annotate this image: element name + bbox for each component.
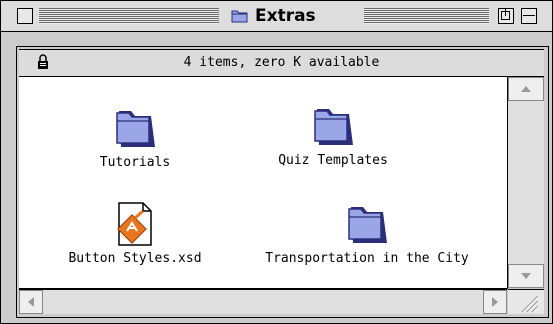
title-stripes-right bbox=[364, 8, 489, 24]
folder-icon bbox=[116, 111, 155, 147]
status-text: 4 items, zero K available bbox=[183, 55, 380, 70]
scroll-right-button[interactable] bbox=[483, 290, 507, 314]
file-item-quiz-templates[interactable]: Quiz Templates bbox=[273, 101, 393, 168]
folder-icon bbox=[348, 207, 387, 243]
resize-grip-icon bbox=[521, 295, 540, 313]
item-label: Tutorials bbox=[99, 155, 171, 170]
title-bar[interactable]: Extras bbox=[1, 1, 552, 32]
item-label: Button Styles.xsd bbox=[68, 251, 202, 266]
collapse-box[interactable] bbox=[521, 8, 537, 24]
file-item-tutorials[interactable]: Tutorials bbox=[85, 103, 185, 170]
scroll-down-button[interactable] bbox=[508, 264, 544, 288]
horizontal-scrollbar[interactable] bbox=[19, 289, 507, 314]
file-item-button-styles[interactable]: Button Styles.xsd bbox=[65, 201, 205, 266]
folder-content: Tutorials Quiz Templates Button Styles.x… bbox=[19, 77, 508, 289]
arrow-up-icon bbox=[521, 86, 531, 92]
arrow-left-icon bbox=[28, 297, 34, 307]
item-label: Transportation in the City bbox=[265, 251, 469, 266]
close-box[interactable] bbox=[17, 8, 33, 24]
item-label: Quiz Templates bbox=[278, 153, 388, 168]
title-stripes-left bbox=[39, 8, 219, 24]
window-title: Extras bbox=[227, 5, 320, 27]
window-title-text: Extras bbox=[255, 6, 316, 26]
file-item-transportation[interactable]: Transportation in the City bbox=[257, 199, 477, 266]
finder-window: Extras 4 items, zero K available Tutoria… bbox=[0, 0, 553, 324]
scroll-up-button[interactable] bbox=[508, 77, 544, 101]
folder-icon bbox=[231, 10, 248, 23]
arrow-right-icon bbox=[492, 297, 498, 307]
document-icon bbox=[117, 202, 152, 246]
zoom-box[interactable] bbox=[498, 8, 514, 24]
resize-grip[interactable] bbox=[508, 289, 544, 314]
folder-icon bbox=[314, 109, 353, 145]
status-header: 4 items, zero K available bbox=[19, 49, 544, 77]
scroll-left-button[interactable] bbox=[19, 290, 43, 314]
arrow-down-icon bbox=[521, 273, 531, 279]
vertical-scrollbar[interactable] bbox=[508, 77, 544, 288]
